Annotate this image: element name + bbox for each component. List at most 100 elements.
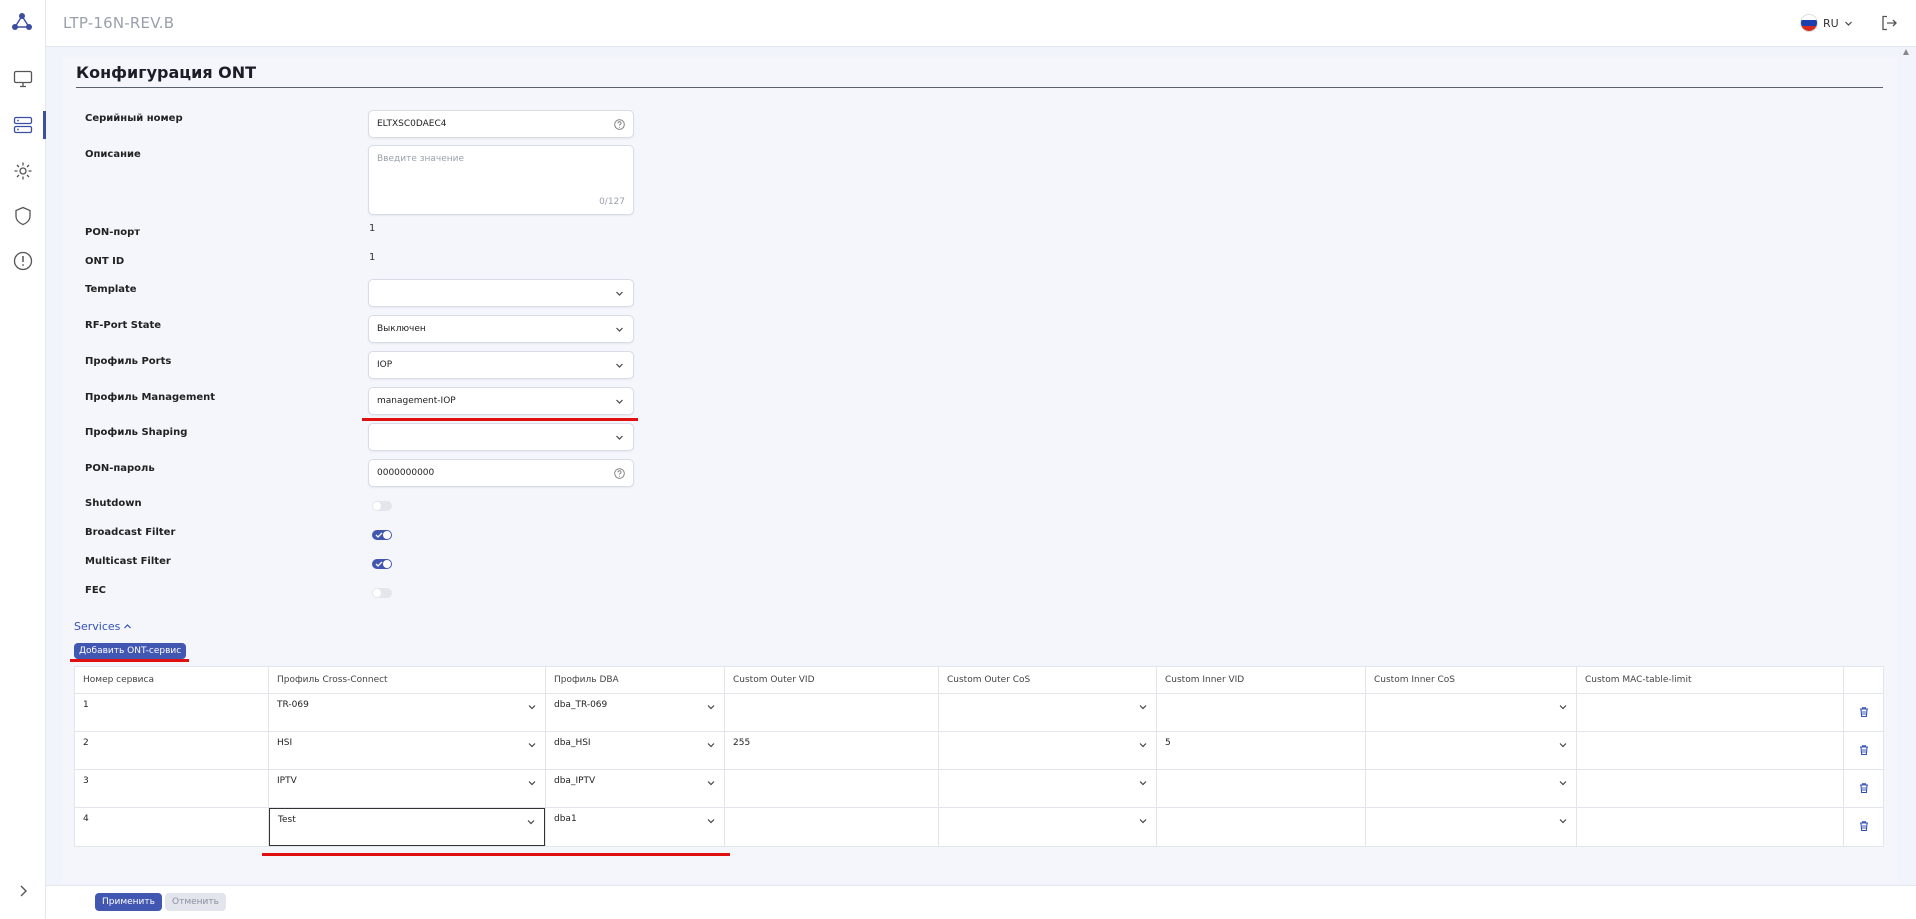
cross-connect-select[interactable]: TR-069: [268, 693, 546, 732]
ports-profile-label: Профиль Ports: [85, 356, 172, 367]
highlight-underline: [362, 418, 638, 421]
monitor-icon[interactable]: [11, 67, 35, 91]
broadcast-filter-label: Broadcast Filter: [85, 527, 176, 538]
pon-password-label: PON-пароль: [85, 463, 155, 474]
cross-connect-select[interactable]: IPTV: [268, 769, 546, 808]
service-number: 2: [83, 738, 89, 748]
cancel-button[interactable]: Отменить: [165, 893, 226, 911]
ports-profile-select[interactable]: IOP: [368, 351, 634, 379]
outer-cos-select[interactable]: [938, 731, 1157, 770]
mgmt-profile-select[interactable]: management-IOP: [368, 387, 634, 415]
help-icon[interactable]: [613, 118, 625, 130]
services-toggle[interactable]: Services: [74, 620, 132, 633]
column-header: Custom Inner VID: [1156, 666, 1366, 694]
column-header: Профиль Cross-Connect: [268, 666, 546, 694]
chevron-down-icon: [707, 781, 715, 786]
inner-cos-select[interactable]: [1365, 731, 1577, 770]
outer-vid-input[interactable]: [724, 693, 939, 732]
trash-icon[interactable]: [1858, 820, 1870, 832]
dba-value: dba_IPTV: [554, 776, 596, 786]
add-ont-service-button[interactable]: Добавить ONT-сервис: [74, 643, 187, 659]
description-textarea[interactable]: Введите значение 0/127: [368, 145, 634, 215]
chevron-down-icon: [707, 705, 715, 710]
mac-limit-input[interactable]: [1576, 731, 1844, 770]
outer-cos-select[interactable]: [938, 693, 1157, 732]
column-header: Custom Outer CoS: [938, 666, 1157, 694]
outer-cos-select[interactable]: [938, 769, 1157, 808]
chevron-down-icon: [613, 359, 625, 371]
russia-flag-icon: [1800, 14, 1818, 32]
dba-select[interactable]: dba_HSI: [545, 731, 725, 770]
shaping-profile-select[interactable]: [368, 423, 634, 451]
serial-input[interactable]: ELTXSC0DAEC4: [368, 110, 634, 138]
pon-password-input[interactable]: 0000000000: [368, 459, 634, 487]
sidebar: [0, 0, 46, 919]
column-header: Custom Inner CoS: [1365, 666, 1577, 694]
chevron-down-icon: [613, 431, 625, 443]
inner-cos-select[interactable]: [1365, 807, 1577, 847]
inner-vid-input[interactable]: [1156, 769, 1366, 808]
actions-cell: [1843, 731, 1884, 770]
chevron-right-icon[interactable]: [14, 882, 32, 900]
trash-icon[interactable]: [1858, 706, 1870, 718]
broadcast-filter-toggle[interactable]: [372, 530, 392, 540]
alert-icon[interactable]: [11, 249, 35, 273]
description-label: Описание: [85, 149, 141, 160]
outer-cos-select[interactable]: [938, 807, 1157, 847]
multicast-filter-toggle[interactable]: [372, 559, 392, 569]
shield-icon[interactable]: [11, 204, 35, 228]
inner-vid-value: 5: [1165, 738, 1171, 748]
title-divider: [76, 87, 1883, 88]
help-icon[interactable]: [613, 467, 625, 479]
outer-vid-input[interactable]: [724, 807, 939, 847]
chevron-down-icon: [528, 743, 536, 748]
mac-limit-input[interactable]: [1576, 807, 1844, 847]
pon-port-label: PON-порт: [85, 227, 141, 238]
cross-connect-select[interactable]: HSI: [268, 731, 546, 770]
chevron-down-icon: [527, 820, 535, 825]
gear-icon[interactable]: [11, 159, 35, 183]
serial-value: ELTXSC0DAEC4: [377, 119, 447, 129]
apply-button[interactable]: Применить: [95, 893, 162, 911]
fec-toggle[interactable]: [372, 588, 392, 598]
mac-limit-input[interactable]: [1576, 693, 1844, 732]
serial-label: Серийный номер: [85, 113, 183, 124]
chevron-down-icon: [1844, 21, 1852, 26]
cross-connect-value: TR-069: [277, 700, 309, 710]
inner-vid-input[interactable]: [1156, 693, 1366, 732]
inner-cos-select[interactable]: [1365, 693, 1577, 732]
language-selector[interactable]: RU: [1800, 14, 1853, 32]
check-icon: [375, 532, 383, 538]
multicast-filter-label: Multicast Filter: [85, 556, 171, 567]
dba-select[interactable]: dba_IPTV: [545, 769, 725, 808]
trash-icon[interactable]: [1858, 744, 1870, 756]
inner-vid-input[interactable]: [1156, 807, 1366, 847]
cross-connect-select[interactable]: Test: [268, 807, 546, 847]
mac-limit-input[interactable]: [1576, 769, 1844, 808]
table-row: 2 HSI dba_HSI 255 5: [74, 731, 1884, 770]
inner-vid-input[interactable]: 5: [1156, 731, 1366, 770]
chevron-down-icon: [528, 781, 536, 786]
rf-port-select[interactable]: Выключен: [368, 315, 634, 343]
description-counter: 0/127: [599, 197, 625, 207]
app-logo-icon[interactable]: [11, 12, 33, 35]
table-row: 1 TR-069 dba_TR-069: [74, 693, 1884, 732]
template-label: Template: [85, 284, 137, 295]
outer-vid-input[interactable]: 255: [724, 731, 939, 770]
shutdown-toggle[interactable]: [372, 501, 392, 511]
mgmt-profile-value: management-IOP: [377, 396, 456, 406]
logout-icon[interactable]: [1880, 14, 1898, 32]
server-icon[interactable]: [11, 113, 35, 137]
dba-value: dba_TR-069: [554, 700, 608, 710]
inner-cos-select[interactable]: [1365, 769, 1577, 808]
scroll-up-icon[interactable]: [1903, 48, 1909, 56]
column-header-actions: [1843, 666, 1884, 694]
template-select[interactable]: [368, 279, 634, 307]
outer-vid-input[interactable]: [724, 769, 939, 808]
dba-select[interactable]: dba1: [545, 807, 725, 847]
trash-icon[interactable]: [1858, 782, 1870, 794]
ont-id-value: 1: [369, 252, 376, 263]
page-title: Конфигурация ONT: [76, 63, 257, 82]
rf-port-value: Выключен: [377, 324, 426, 334]
dba-select[interactable]: dba_TR-069: [545, 693, 725, 732]
